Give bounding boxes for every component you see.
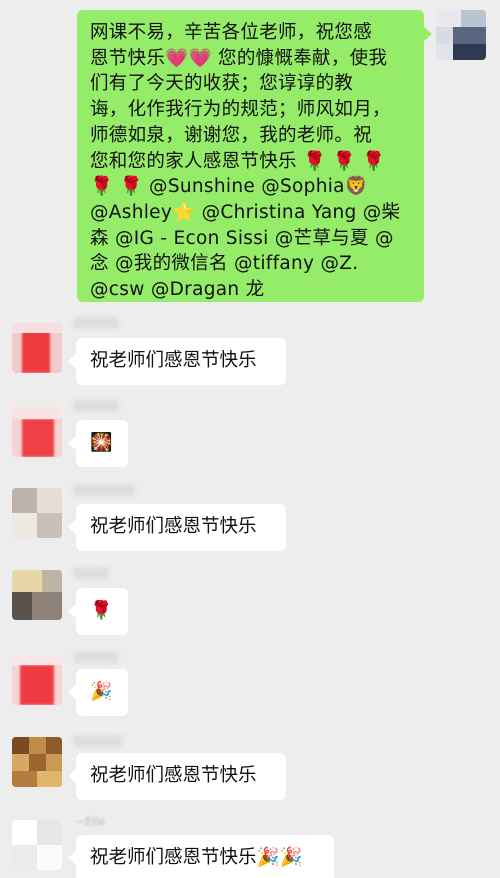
my-message-line: 🌹 🌹 @Sunshine @Sophia🦁 xyxy=(90,176,369,198)
sender-avatar[interactable] xyxy=(12,488,62,538)
sender-name xyxy=(73,567,109,579)
message-text: 祝老师们感恩节快乐 xyxy=(90,765,257,786)
sender-name xyxy=(73,651,119,663)
message-text: 祝老师们感恩节快乐🎉🎉 xyxy=(90,847,303,868)
message-bubble[interactable]: 🌹 xyxy=(68,588,128,635)
sender-name xyxy=(73,317,119,329)
my-message-line: 网课不易，辛苦各位老师，祝您感 xyxy=(90,22,373,43)
sender-avatar[interactable] xyxy=(12,737,62,787)
my-message-line: @Ashley⭐ @Christina Yang @柴 xyxy=(90,201,401,223)
sender-avatar[interactable] xyxy=(12,407,62,457)
message-text: 祝老师们感恩节快乐 xyxy=(90,516,257,537)
my-message-line: 恩节快乐💗💗 您的慷慨奉献，使我 xyxy=(90,47,388,69)
my-message-line: 森 @IG - Econ Sissi @芒草与夏 @ xyxy=(90,227,394,249)
message-bubble[interactable]: 祝老师们感恩节快乐 xyxy=(68,504,286,551)
fireworks-icon: 🎇 xyxy=(90,432,113,453)
sender-name: ~Elle xyxy=(76,815,106,828)
my-message-line: 诲，化作我行为的规范；师风如月， xyxy=(90,99,391,121)
message-bubble[interactable]: 祝老师们感恩节快乐 xyxy=(68,753,286,800)
sender-avatar[interactable] xyxy=(12,820,62,870)
my-message-line: 们有了今天的收获；您谆谆的教 xyxy=(90,73,354,95)
sender-avatar[interactable] xyxy=(12,655,62,705)
message-bubble[interactable]: 祝老师们感恩节快乐🎉🎉 xyxy=(68,835,334,878)
rose-icon: 🌹 xyxy=(90,600,113,621)
my-message-bubble[interactable]: 网课不易，辛苦各位老师，祝您感 恩节快乐💗💗 您的慷慨奉献，使我 们有了今天的收… xyxy=(77,10,432,302)
party-popper-icon: 🎉 xyxy=(90,681,113,702)
sender-avatar[interactable] xyxy=(12,570,62,620)
chat-area: 网课不易，辛苦各位老师，祝您感 恩节快乐💗💗 您的慷慨奉献，使我 们有了今天的收… xyxy=(0,0,500,878)
my-message-line: 师德如泉，谢谢您，我的老师。祝 xyxy=(90,124,373,146)
message-bubble[interactable]: 祝老师们感恩节快乐 xyxy=(68,338,286,385)
message-bubble[interactable]: 🎉 xyxy=(68,669,128,716)
my-avatar[interactable] xyxy=(436,10,486,60)
sender-avatar[interactable] xyxy=(12,323,62,373)
message-bubble[interactable]: 🎇 xyxy=(68,420,128,467)
my-message-line: 念 @我的微信名 @tiffany @Z. xyxy=(90,253,359,275)
sender-name xyxy=(73,484,135,496)
message-text: 祝老师们感恩节快乐 xyxy=(90,350,257,371)
sender-name xyxy=(73,400,119,412)
my-message-line: @csw @Dragan 龙 xyxy=(90,279,265,301)
sender-name xyxy=(73,735,123,747)
my-message-line: 您和您的家人感恩节快乐 🌹 🌹 🌹 xyxy=(90,150,386,172)
